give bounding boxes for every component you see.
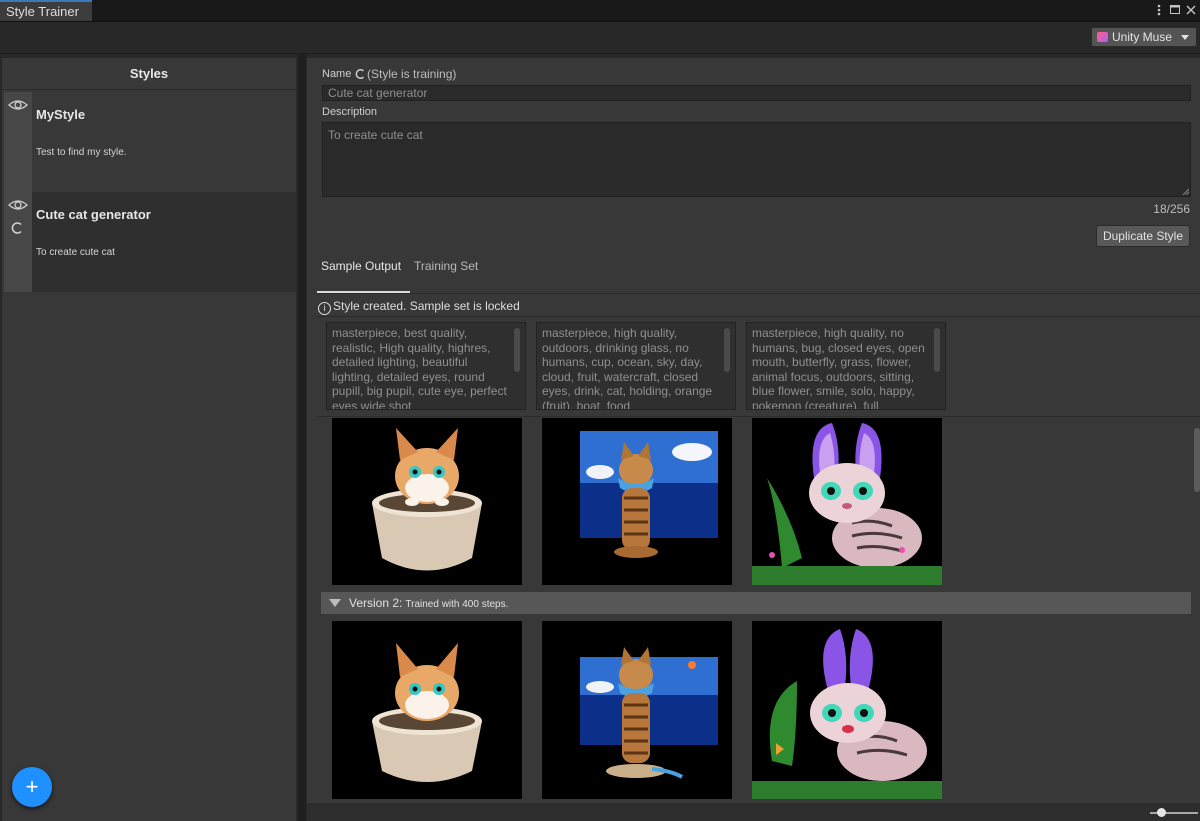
prompt-scrollbar[interactable] — [934, 328, 940, 372]
style-item-title: Cute cat generator — [36, 207, 151, 222]
plus-icon: + — [25, 774, 39, 799]
prompt-scrollbar[interactable] — [724, 328, 730, 372]
info-icon: i — [318, 302, 331, 315]
version-image-cat-with-scarf[interactable] — [542, 621, 732, 799]
style-name-input[interactable]: Cute cat generator — [322, 85, 1191, 101]
style-item-mystyle[interactable]: MyStyle Test to find my style. — [4, 92, 296, 192]
kebab-icon[interactable] — [1152, 2, 1166, 18]
prompt-text: masterpiece, best quality, realistic, Hi… — [332, 326, 507, 410]
style-item-cute-cat-generator[interactable]: Cute cat generator To create cute cat — [4, 192, 296, 292]
duplicate-style-button[interactable]: Duplicate Style — [1096, 225, 1190, 247]
sample-image-kitten-in-bucket[interactable] — [332, 418, 522, 585]
unity-muse-account-dropdown[interactable]: Unity Muse — [1091, 27, 1197, 47]
tab-sample-output[interactable]: Sample Output — [321, 259, 401, 273]
close-icon[interactable] — [1184, 2, 1198, 18]
divider — [317, 316, 1200, 317]
resize-grip-icon[interactable] — [1182, 188, 1189, 195]
prompt-text: masterpiece, high quality, no humans, bu… — [752, 326, 925, 410]
footer-bar — [307, 803, 1200, 821]
training-spinner-icon — [355, 68, 364, 80]
muse-logo-icon — [1097, 32, 1108, 42]
zoom-slider-handle[interactable] — [1157, 808, 1166, 817]
training-status: (Style is training) — [367, 67, 457, 81]
version-detail: Trained with 400 steps. — [405, 599, 509, 610]
window-tab-style-trainer[interactable]: Style Trainer — [0, 0, 92, 21]
description-label: Description — [322, 106, 378, 118]
style-item-description: To create cute cat — [36, 247, 115, 258]
prompt-text: masterpiece, high quality, outdoors, dri… — [542, 326, 713, 410]
prompt-box[interactable]: masterpiece, high quality, no humans, bu… — [746, 322, 946, 410]
eye-icon[interactable] — [8, 98, 28, 112]
maximize-icon[interactable] — [1168, 2, 1182, 18]
sample-image-cat-with-scarf[interactable] — [542, 418, 732, 585]
chevron-down-icon — [1181, 35, 1189, 40]
version-label-wrap: Version 2: Trained with 400 steps. — [349, 596, 508, 610]
style-item-description: Test to find my style. — [36, 147, 127, 158]
style-description-input[interactable]: To create cute cat — [322, 122, 1191, 197]
version-label: Version 2: — [349, 596, 403, 610]
style-item-title: MyStyle — [36, 107, 86, 122]
prompt-box[interactable]: masterpiece, high quality, outdoors, dri… — [536, 322, 736, 410]
sidebar-title: Styles — [2, 58, 296, 90]
character-counter: 18/256 — [1153, 202, 1190, 216]
vertical-scrollbar[interactable] — [1194, 428, 1200, 492]
window-tab-strip — [0, 0, 1200, 22]
eye-icon[interactable] — [8, 198, 28, 212]
version-image-kitten-in-bucket[interactable] — [332, 621, 522, 799]
window-tab-title: Style Trainer — [6, 4, 79, 19]
panel-splitter[interactable] — [298, 53, 306, 821]
training-spinner-icon — [11, 222, 22, 234]
tab-training-set[interactable]: Training Set — [414, 259, 478, 273]
version-foldout[interactable]: Version 2: Trained with 400 steps. — [321, 592, 1191, 614]
notice-text: Style created. Sample set is locked — [333, 299, 520, 313]
locked-notice: i Style created. Sample set is locked — [318, 299, 520, 315]
sample-image-bunny-eared-cat[interactable] — [752, 418, 942, 585]
prompt-box[interactable]: masterpiece, best quality, realistic, Hi… — [326, 322, 526, 410]
toolbar — [0, 22, 1200, 54]
version-image-bunny-eared-cat[interactable] — [752, 621, 942, 799]
name-label: Name — [322, 68, 352, 80]
prompt-scrollbar[interactable] — [514, 328, 520, 372]
divider — [317, 416, 1200, 417]
foldout-triangle-icon — [329, 599, 341, 607]
add-style-button[interactable]: + — [12, 767, 52, 807]
tab-divider — [317, 293, 1200, 294]
account-label: Unity Muse — [1112, 30, 1173, 44]
